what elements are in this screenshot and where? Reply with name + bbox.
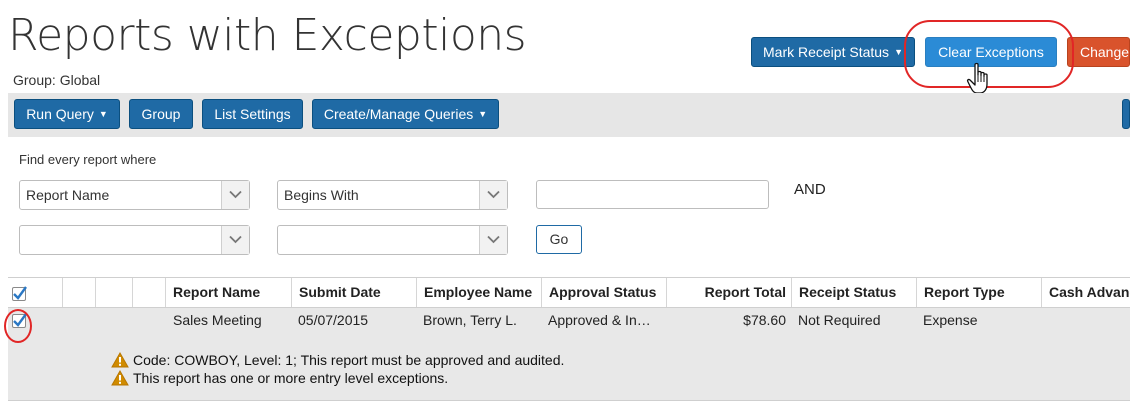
chevron-down-icon[interactable] xyxy=(479,181,507,209)
cell-approval-status: Approved & In… xyxy=(548,312,651,328)
create-manage-queries-label: Create/Manage Queries xyxy=(323,106,474,122)
column-header-receipt-status[interactable]: Receipt Status xyxy=(791,278,916,307)
cell-submit-date: 05/07/2015 xyxy=(298,312,369,328)
mark-receipt-status-label: Mark Receipt Status xyxy=(763,44,890,60)
column-header-submit-date[interactable]: Submit Date xyxy=(291,278,416,307)
page-title: Reports with Exceptions xyxy=(8,10,527,61)
find-label: Find every report where xyxy=(19,152,157,167)
cell-report-type: Expense xyxy=(923,312,978,328)
chevron-down-icon[interactable] xyxy=(221,226,249,254)
field-select-1[interactable]: Report Name xyxy=(19,180,250,210)
cell-report-name[interactable]: Sales Meeting xyxy=(173,312,291,328)
change-label: Change xyxy=(1080,44,1130,60)
exception-message: This report has one or more entry level … xyxy=(111,370,448,386)
column-header-report-type[interactable]: Report Type xyxy=(916,278,1041,307)
operator-select-1[interactable]: Begins With xyxy=(277,180,508,210)
column-header-blank xyxy=(132,278,165,307)
table-row[interactable]: Sales Meeting 05/07/2015 Brown, Terry L.… xyxy=(8,308,1130,401)
cell-receipt-status: Not Required xyxy=(798,312,881,328)
mark-receipt-status-button[interactable]: Mark Receipt Status ▼ xyxy=(751,37,915,67)
column-header-employee-name[interactable]: Employee Name xyxy=(416,278,541,307)
group-button[interactable]: Group xyxy=(129,99,193,129)
value-input-1[interactable] xyxy=(536,180,769,209)
run-query-button[interactable]: Run Query ▼ xyxy=(14,99,120,129)
column-header-report-total[interactable]: Report Total xyxy=(666,278,791,307)
column-header-blank xyxy=(62,278,95,307)
group-label-text: Group xyxy=(141,106,181,122)
column-header-report-name[interactable]: Report Name xyxy=(165,278,291,307)
run-query-label: Run Query xyxy=(26,106,94,122)
exception-message: Code: COWBOY, Level: 1; This report must… xyxy=(111,352,564,368)
create-manage-queries-button[interactable]: Create/Manage Queries ▼ xyxy=(312,99,499,129)
column-header-approval-status[interactable]: Approval Status xyxy=(541,278,666,307)
caret-down-icon: ▼ xyxy=(478,109,488,119)
and-label: AND xyxy=(794,181,826,198)
table-header: Report Name Submit Date Employee Name Ap… xyxy=(8,277,1130,308)
annotation-checkbox-ring xyxy=(4,309,32,343)
field-select-2[interactable] xyxy=(19,225,250,255)
caret-down-icon: ▼ xyxy=(98,109,108,119)
caret-down-icon: ▼ xyxy=(894,47,903,57)
cell-report-total: $78.60 xyxy=(743,312,786,328)
list-settings-label: List Settings xyxy=(214,106,291,122)
group-label: Group: Global xyxy=(13,72,101,88)
change-button[interactable]: Change xyxy=(1067,37,1130,67)
operator-select-2[interactable] xyxy=(277,225,508,255)
operator-select-1-value: Begins With xyxy=(284,187,359,203)
toolbar-right-button[interactable] xyxy=(1122,99,1130,129)
warning-icon xyxy=(111,352,129,368)
chevron-down-icon[interactable] xyxy=(479,226,507,254)
list-settings-button[interactable]: List Settings xyxy=(202,99,303,129)
field-select-1-value: Report Name xyxy=(26,187,110,203)
warning-icon xyxy=(111,370,129,386)
column-header-blank xyxy=(95,278,132,307)
go-button[interactable]: Go xyxy=(536,225,582,254)
column-header-cash-advance[interactable]: Cash Advance xyxy=(1041,278,1130,307)
exception-text: Code: COWBOY, Level: 1; This report must… xyxy=(133,352,565,368)
chevron-down-icon[interactable] xyxy=(221,181,249,209)
exception-text: This report has one or more entry level … xyxy=(133,370,449,386)
hand-cursor-icon xyxy=(966,62,994,96)
select-all-checkbox[interactable] xyxy=(12,286,27,301)
cell-employee-name: Brown, Terry L. xyxy=(423,312,517,328)
